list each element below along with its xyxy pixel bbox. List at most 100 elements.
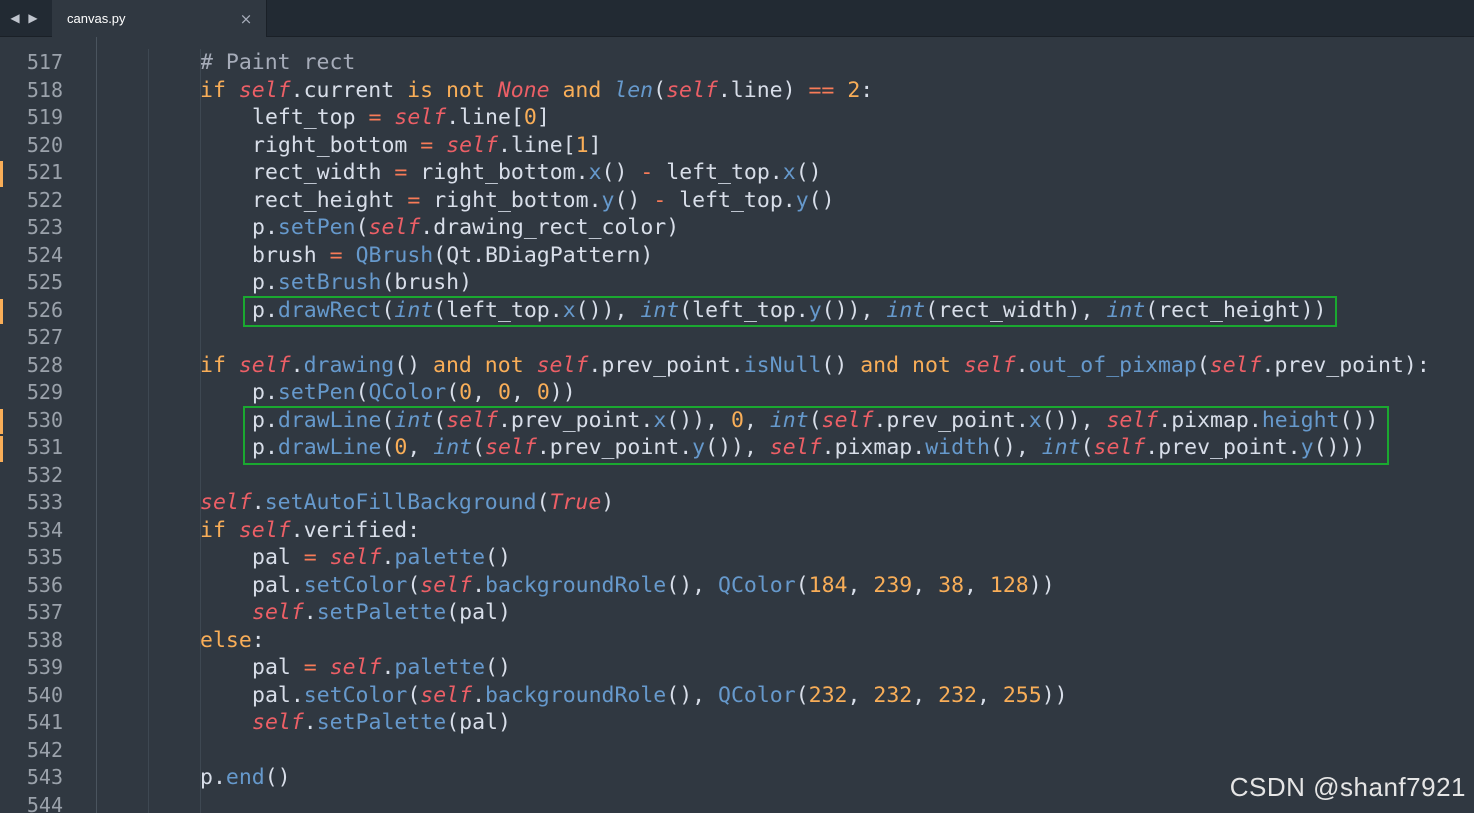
watermark: CSDN @shanf7921 <box>1229 772 1466 802</box>
code-token: - <box>640 160 654 185</box>
line-number: 521 <box>26 160 63 184</box>
code-line: self.setPalette(pal) <box>96 709 1474 737</box>
code-token: setPalette <box>316 600 447 625</box>
triangle-right-icon[interactable]: ▶ <box>26 8 40 28</box>
code-line: brush = QBrush(Qt.BDiagPattern) <box>96 242 1474 270</box>
code-token: p. <box>252 215 278 240</box>
code-token: = <box>303 545 317 570</box>
code-token: right_bottom. <box>420 187 602 213</box>
code-token: setPen <box>277 215 356 240</box>
code-token: 2 <box>847 77 861 103</box>
code-token: y <box>808 297 822 323</box>
code-token: x <box>588 160 602 185</box>
code-token: 0 <box>459 380 473 405</box>
code-token: 232 <box>938 682 977 708</box>
code-token: .pixmap. <box>1158 407 1262 433</box>
line-number: 519 <box>26 105 63 129</box>
code-token: if <box>200 517 226 543</box>
indent-guide <box>200 49 201 813</box>
code-token: None <box>497 77 550 103</box>
code-token: () <box>614 187 654 213</box>
code-token: , <box>472 380 498 405</box>
code-token: p. <box>252 380 278 405</box>
code-token: and not <box>860 352 951 378</box>
code-token: , <box>847 682 874 708</box>
code-token: QColor <box>718 682 796 708</box>
code-token: ) <box>601 490 615 515</box>
code-token: : <box>860 77 874 103</box>
code-token: left_top. <box>653 160 783 185</box>
code-token: else <box>200 627 252 653</box>
code-token: .pixmap. <box>821 435 926 460</box>
close-icon[interactable]: × <box>236 9 256 29</box>
code-token: int <box>769 407 809 433</box>
code-token: self <box>200 490 252 515</box>
code-token: .prev_point. <box>536 435 693 460</box>
code-token: right_bottom <box>252 132 421 158</box>
code-token: , <box>912 572 939 598</box>
code-token: ( <box>446 380 460 405</box>
code-editor[interactable]: 517 518 519 520 521 522 523 524 525 526 527 528 529 5… <box>0 37 1474 813</box>
code-token: is not <box>407 77 485 103</box>
code-token: = <box>329 242 343 268</box>
code-token: drawing <box>303 352 395 378</box>
code-token: self <box>238 517 291 543</box>
code-token: , <box>912 682 939 708</box>
code-token: . <box>1015 352 1029 378</box>
line-number: 524 <box>26 242 63 267</box>
code-token: ()), <box>575 297 641 323</box>
code-token: p. <box>252 270 278 295</box>
code-token: setColor <box>303 572 408 598</box>
line-number: 542 <box>26 737 63 762</box>
code-token: . <box>251 490 265 515</box>
tab-label: canvas.py <box>67 11 126 26</box>
code-token: self <box>1209 352 1262 378</box>
code-token: 232 <box>873 682 913 708</box>
code-token: setAutoFillBackground <box>264 490 537 515</box>
line-number: 537 <box>26 600 63 624</box>
code-token: palette <box>394 655 486 680</box>
code-token: () <box>485 545 511 570</box>
code-token: (left_top. <box>679 297 809 323</box>
code-token: , <box>847 572 874 598</box>
indent-guide <box>148 49 149 813</box>
line-number: 541 <box>26 710 63 734</box>
code-token: self <box>446 132 498 158</box>
code-token: ()), <box>821 297 887 323</box>
code-token: ( <box>795 572 809 598</box>
code-token: 1 <box>575 132 589 158</box>
code-token: )) <box>1028 572 1055 598</box>
code-token: self <box>485 435 537 460</box>
code-token: pal <box>252 655 304 680</box>
line-number: 533 <box>26 490 63 514</box>
code-line: rect_height = right_bottom.y() - left_to… <box>96 187 1474 215</box>
code-token: () <box>808 187 835 213</box>
code-token: rect_width <box>252 160 395 185</box>
code-token: .prev_point. <box>497 407 654 433</box>
code-line: pal.setColor(self.backgroundRole(), QCol… <box>96 572 1474 600</box>
code-token: (Qt.BDiagPattern) <box>433 242 654 268</box>
code-token: ()), <box>1041 407 1107 433</box>
line-number: 531 <box>26 435 63 459</box>
tab-canvas-py[interactable]: canvas.py × <box>52 0 267 37</box>
code-token: == <box>808 77 835 103</box>
code-area[interactable]: # Paint rect if self.current is not None … <box>96 49 1474 813</box>
code-token: ( <box>808 407 822 433</box>
triangle-left-icon[interactable]: ◀ <box>8 8 22 28</box>
code-token: (brush) <box>381 270 473 295</box>
code-token: y <box>692 435 706 460</box>
code-token: int <box>640 297 680 323</box>
line-number: 536 <box>26 572 63 597</box>
code-token: ( <box>1196 352 1210 378</box>
code-token: drawRect <box>277 297 382 323</box>
code-token: 0 <box>731 407 744 433</box>
code-token: int <box>1041 435 1081 460</box>
code-token: = <box>420 132 434 158</box>
code-token: ] <box>588 132 602 158</box>
code-token: width <box>925 435 990 460</box>
